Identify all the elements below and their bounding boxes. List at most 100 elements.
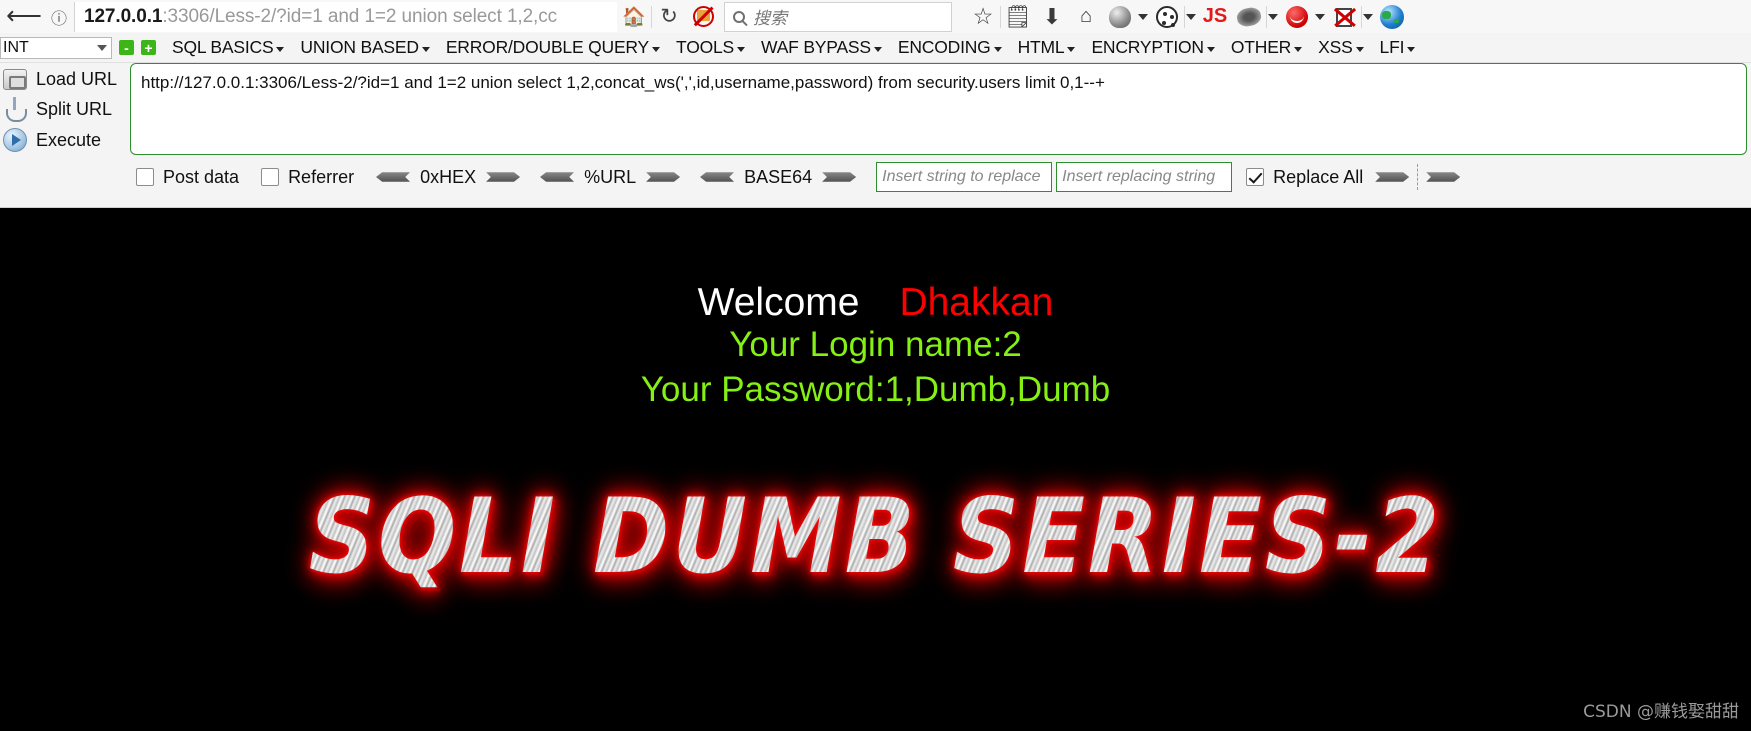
chevron-down-icon[interactable] xyxy=(1268,13,1278,20)
chevron-down-icon[interactable] xyxy=(1138,13,1148,20)
downloads-icon[interactable]: ⬇ xyxy=(1035,2,1069,32)
reload-icon[interactable]: ↻ xyxy=(652,2,686,32)
menu-waf-bypass[interactable]: WAF BYPASS xyxy=(761,37,882,58)
hackbar-panel: Load URL Split URL Execute http://127.0.… xyxy=(0,63,1751,207)
base64-encode-button[interactable] xyxy=(822,172,857,182)
load-url-label: Load URL xyxy=(36,69,118,89)
bookmark-star-icon[interactable]: ☆ xyxy=(966,2,1000,32)
replace-extra-button[interactable] xyxy=(1426,172,1461,182)
noscript-blocked-icon[interactable] xyxy=(686,2,720,32)
url-encode-button[interactable] xyxy=(646,172,681,182)
url-decode-button[interactable] xyxy=(540,169,574,186)
home-icon[interactable]: 🏠 xyxy=(617,2,651,32)
hex-encode-button[interactable] xyxy=(486,172,521,182)
menu-union-based[interactable]: UNION BASED xyxy=(300,37,430,58)
base64-encode-group: BASE64 xyxy=(700,167,857,188)
menu-encoding[interactable]: ENCODING xyxy=(898,37,1002,58)
search-icon xyxy=(733,10,745,23)
browser-navigation-bar: ⟵ ⓘ 127.0.0.1:3306/Less-2/?id=1 and 1=2 … xyxy=(0,0,1751,33)
replace-apply-button[interactable] xyxy=(1375,172,1410,182)
menu-label: ENCRYPTION xyxy=(1091,37,1204,57)
menu-error-double-query[interactable]: ERROR/DOUBLE QUERY xyxy=(445,37,661,58)
menu-label: ERROR/DOUBLE QUERY xyxy=(445,37,650,57)
replace-all-checkbox[interactable]: Replace All xyxy=(1246,167,1363,188)
menu-label: UNION BASED xyxy=(300,37,419,57)
menu-label: TOOLS xyxy=(676,37,735,57)
password-line: Your Password:1,Dumb,Dumb xyxy=(640,370,1111,410)
noscript-toggle-icon[interactable] xyxy=(1327,2,1361,32)
welcome-username: Dhakkan xyxy=(899,281,1054,324)
menu-label: OTHER xyxy=(1230,37,1292,57)
firebug-icon[interactable] xyxy=(1232,2,1266,32)
execute-icon xyxy=(3,128,27,152)
welcome-label: Welcome xyxy=(697,281,860,324)
referrer-checkbox[interactable]: Referrer xyxy=(261,167,354,188)
back-arrow-icon[interactable]: ⟵ xyxy=(4,2,44,32)
replace-with-input[interactable]: Insert replacing string xyxy=(1056,162,1233,192)
menu-label: LFI xyxy=(1379,37,1405,57)
search-input[interactable]: 搜索 xyxy=(724,1,952,32)
split-url-button[interactable]: Split URL xyxy=(0,97,130,122)
browser-chrome: ⟵ ⓘ 127.0.0.1:3306/Less-2/?id=1 and 1=2 … xyxy=(0,0,1751,208)
javascript-toggle-icon[interactable]: JS xyxy=(1198,2,1232,32)
menu-sql-basics[interactable]: SQL BASICS xyxy=(172,37,285,58)
chevron-down-icon[interactable] xyxy=(1186,13,1196,20)
execute-button[interactable]: Execute xyxy=(0,128,130,152)
menu-label: WAF BYPASS xyxy=(761,37,871,57)
hackbar-main-area: http://127.0.0.1:3306/Less-2/?id=1 and 1… xyxy=(130,63,1751,207)
post-data-label: Post data xyxy=(163,166,240,187)
address-bar[interactable]: 127.0.0.1:3306/Less-2/?id=1 and 1=2 unio… xyxy=(74,1,617,32)
browser-extension-toolbar: ☆ 🗒 ⬇ ⌂ JS xyxy=(952,2,1747,32)
chevron-down-icon xyxy=(1294,47,1303,52)
menu-xss[interactable]: XSS xyxy=(1318,37,1364,58)
menu-lfi[interactable]: LFI xyxy=(1380,37,1416,58)
chevron-down-icon xyxy=(993,47,1002,52)
replace-search-input[interactable]: Insert string to replace xyxy=(876,162,1053,192)
post-data-checkbox[interactable]: Post data xyxy=(136,167,239,188)
remove-profile-button[interactable]: - xyxy=(119,40,134,56)
split-url-label: Split URL xyxy=(36,98,113,119)
chevron-down-icon xyxy=(421,47,430,52)
chevron-down-icon xyxy=(1067,47,1076,52)
page-content: Welcome Dhakkan Your Login name:2 Your Pa… xyxy=(0,208,1751,730)
chevron-down-icon xyxy=(1407,47,1416,52)
library-icon[interactable]: 🗒 xyxy=(1001,2,1035,32)
checkbox-box xyxy=(261,168,280,186)
split-url-icon xyxy=(3,97,27,122)
menu-tools[interactable]: TOOLS xyxy=(676,37,746,58)
chevron-down-icon[interactable] xyxy=(1363,13,1373,20)
hex-encode-group: 0xHEX xyxy=(376,166,521,188)
hackbar-url-textarea[interactable]: http://127.0.0.1:3306/Less-2/?id=1 and 1… xyxy=(130,63,1747,155)
cookie-manager-icon[interactable] xyxy=(1150,2,1184,32)
base64-decode-button[interactable] xyxy=(700,169,734,186)
hex-decode-button[interactable] xyxy=(376,169,410,186)
address-bar-host: 127.0.0.1 xyxy=(84,5,163,27)
tamper-data-icon[interactable] xyxy=(1280,2,1314,32)
url-encode-label: %URL xyxy=(584,166,637,187)
hackbar-profile-select[interactable]: INT xyxy=(0,36,112,59)
menu-html[interactable]: HTML xyxy=(1018,37,1076,58)
home-page-icon[interactable]: ⌂ xyxy=(1069,2,1103,32)
add-profile-button[interactable]: + xyxy=(141,40,156,56)
options-divider xyxy=(1417,164,1419,190)
hackbar-profile-value: INT xyxy=(3,38,29,56)
address-bar-path: :3306/Less-2/?id=1 and 1=2 union select … xyxy=(162,5,558,27)
menu-other[interactable]: OTHER xyxy=(1230,37,1303,58)
menu-encryption[interactable]: ENCRYPTION xyxy=(1091,37,1215,58)
globe-icon[interactable] xyxy=(1375,2,1409,32)
chevron-down-icon xyxy=(97,44,107,51)
ghostery-icon[interactable] xyxy=(1103,2,1137,32)
sqli-logo-text: SQLI DUMB SERIES-2 xyxy=(308,476,1443,597)
hex-label: 0xHEX xyxy=(420,166,477,187)
chevron-down-icon xyxy=(652,47,661,52)
url-encode-group: %URL xyxy=(540,166,681,188)
load-url-button[interactable]: Load URL xyxy=(0,69,130,90)
menu-label: ENCODING xyxy=(897,37,991,57)
chevron-down-icon xyxy=(1355,47,1364,52)
chevron-down-icon[interactable] xyxy=(1315,13,1325,20)
execute-label: Execute xyxy=(36,129,102,150)
menu-label: SQL BASICS xyxy=(172,37,274,57)
toolbar-divider xyxy=(1361,5,1362,28)
login-name-line: Your Login name:2 xyxy=(729,325,1022,365)
info-circle-icon[interactable]: ⓘ xyxy=(44,2,74,32)
